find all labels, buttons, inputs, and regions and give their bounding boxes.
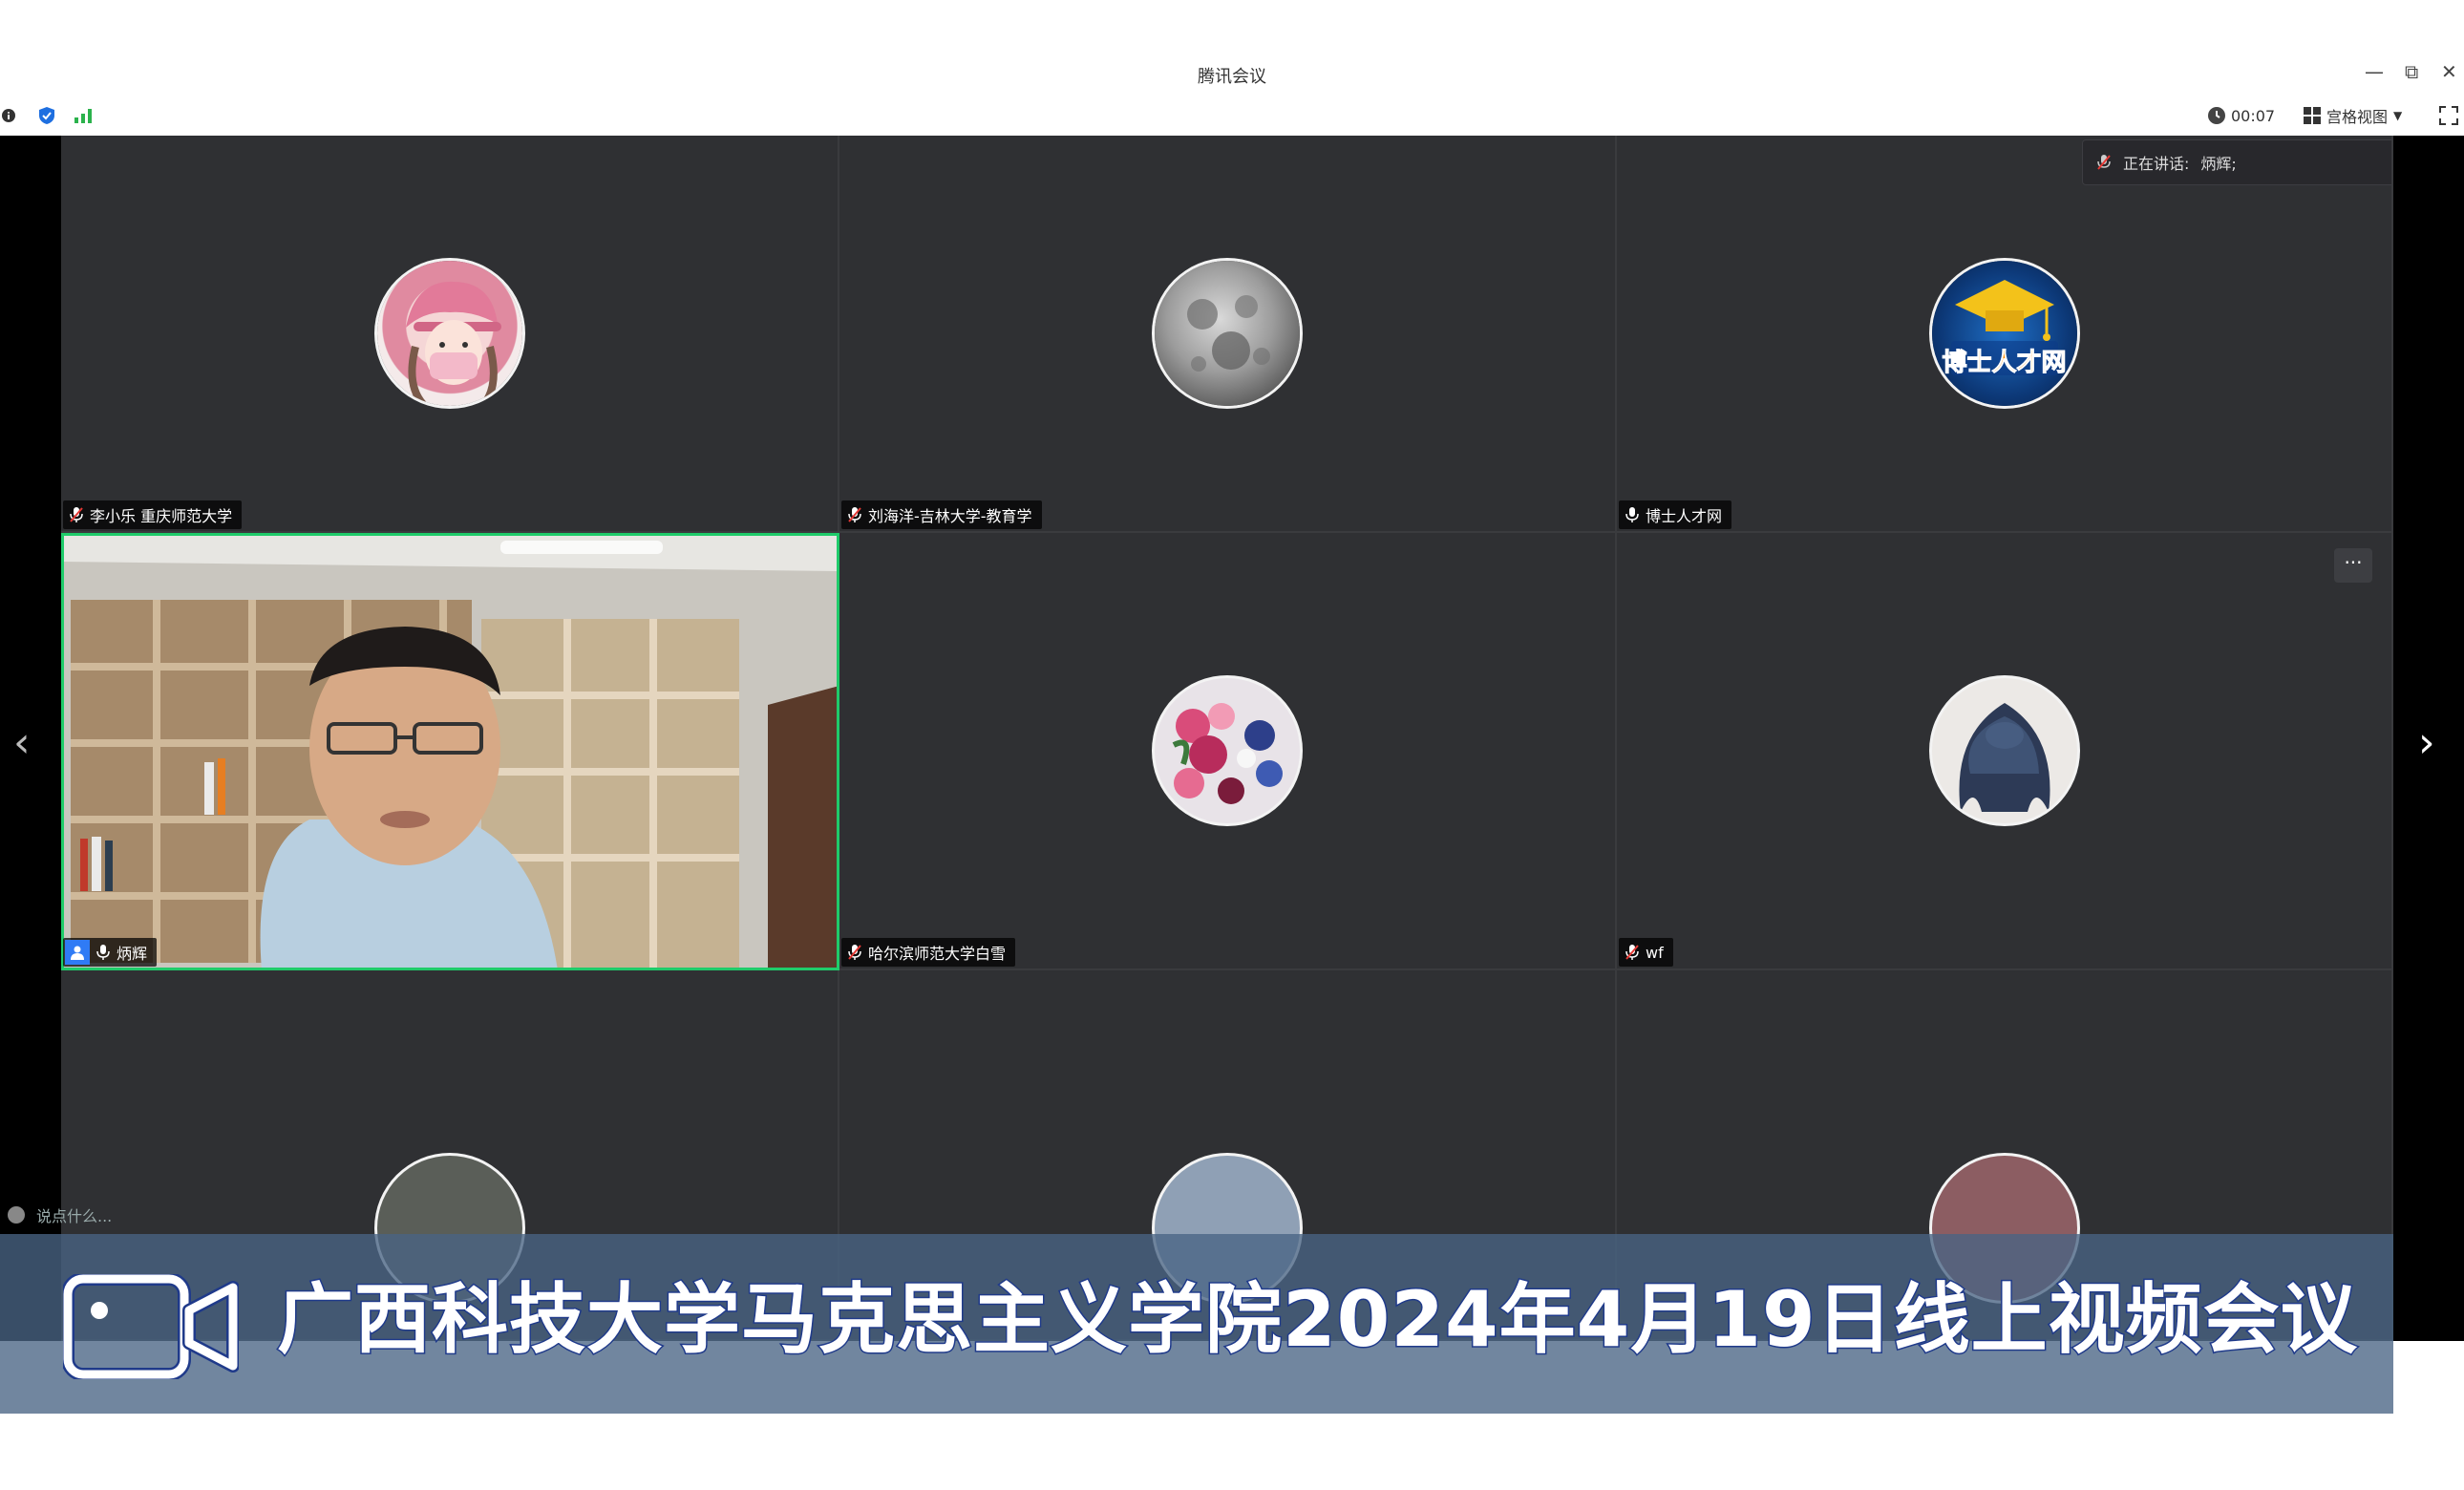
speaking-name: 炳辉; [2200, 155, 2237, 173]
meeting-banner: 广西科技大学马克思主义学院2024年4月19日线上视频会议 [0, 1234, 2393, 1414]
clock-icon [2208, 107, 2225, 124]
participant-tile[interactable]: 博士人才网 博士人才网 正在讲话: 炳辉; [1617, 136, 2393, 533]
mic-muted-icon [848, 507, 861, 522]
timer-value: 00:07 [2231, 106, 2276, 125]
participant-tile[interactable]: 刘海洋-吉林大学-教育学 [839, 136, 1617, 533]
host-icon [65, 940, 90, 965]
participant-name: 炳辉 [117, 945, 148, 963]
view-mode-label: 宫格视图 [2326, 108, 2389, 126]
banner-title: 广西科技大学马克思主义学院2024年4月19日线上视频会议 [276, 1274, 2359, 1366]
view-mode-dropdown[interactable]: 宫格视图 ▼ [2304, 105, 2402, 126]
mic-icon [1625, 507, 1639, 522]
avatar: 博士人才网 [1931, 261, 2077, 406]
participant-video-tile[interactable]: 炳辉 [61, 533, 839, 970]
participant-name-tag: 炳辉 [63, 938, 158, 967]
participant-name: 刘海洋-吉林大学-教育学 [868, 507, 1032, 525]
participant-grid: 李小乐 重庆师范大学 刘海洋-吉林大学-教育学 博士人才网 博士人才网 正在讲话… [61, 136, 2393, 1341]
window-title: 腾讯会议 [1198, 67, 1266, 87]
logo-text: 博士人才网 [1942, 349, 2067, 378]
participant-tile[interactable]: 哈尔滨师范大学白雪 [839, 533, 1617, 970]
title-bar: 腾讯会议 — ⧉ ✕ [0, 0, 2464, 96]
grid-view-icon [2304, 107, 2321, 124]
next-page-arrow[interactable]: › [2418, 718, 2435, 767]
meeting-toolbar: 00:07 宫格视图 ▼ [0, 96, 2464, 137]
participant-tile[interactable]: 李小乐 重庆师范大学 [61, 136, 839, 533]
previous-page-arrow[interactable]: ‹ [13, 718, 31, 767]
speaking-label: 正在讲话: [2123, 155, 2190, 173]
participant-name: 哈尔滨师范大学白雪 [868, 945, 1007, 963]
chevron-down-icon: ▼ [2393, 109, 2403, 122]
meeting-timer: 00:07 [2208, 105, 2275, 126]
shield-icon[interactable] [38, 105, 55, 126]
chat-placeholder: 说点什么... [36, 1207, 113, 1225]
participant-name-tag: 李小乐 重庆师范大学 [63, 500, 243, 529]
emoji-icon[interactable] [8, 1206, 25, 1224]
participant-name: 李小乐 重庆师范大学 [90, 507, 233, 525]
video-camera-icon [61, 1272, 240, 1383]
restore-button[interactable]: ⧉ [2405, 61, 2418, 82]
avatar [1931, 678, 2077, 823]
participant-name: 博士人才网 [1646, 507, 1723, 525]
mic-muted-icon [70, 507, 83, 522]
info-icon[interactable] [2, 105, 15, 126]
video-stage: ‹ › 李小乐 重庆师范大学 刘海洋-吉林大学-教育学 博士人才网 博士人才网 … [0, 136, 2464, 1414]
mic-muted-icon [1625, 945, 1639, 960]
fullscreen-icon[interactable] [2439, 105, 2458, 126]
close-button[interactable]: ✕ [2441, 61, 2457, 82]
mic-muted-icon [2097, 155, 2111, 170]
signal-icon[interactable] [74, 105, 92, 126]
mic-muted-icon [848, 945, 861, 960]
avatar [1155, 678, 1300, 823]
participant-tile[interactable]: ··· wf [1617, 533, 2393, 970]
mic-icon [96, 945, 110, 960]
speaking-indicator: 正在讲话: 炳辉; [2082, 139, 2391, 185]
participant-name-tag: 哈尔滨师范大学白雪 [841, 938, 1016, 967]
participant-name-tag: wf [1619, 938, 1673, 967]
more-options-button[interactable]: ··· [2334, 548, 2372, 583]
participant-name-tag: 博士人才网 [1619, 500, 1732, 529]
avatar [1155, 261, 1300, 406]
chat-input[interactable]: 说点什么... [0, 1196, 112, 1234]
avatar [376, 261, 522, 406]
participant-name: wf [1646, 943, 1664, 962]
video-feed [61, 533, 838, 968]
minimize-button[interactable]: — [2365, 61, 2384, 82]
participant-name-tag: 刘海洋-吉林大学-教育学 [841, 500, 1042, 529]
